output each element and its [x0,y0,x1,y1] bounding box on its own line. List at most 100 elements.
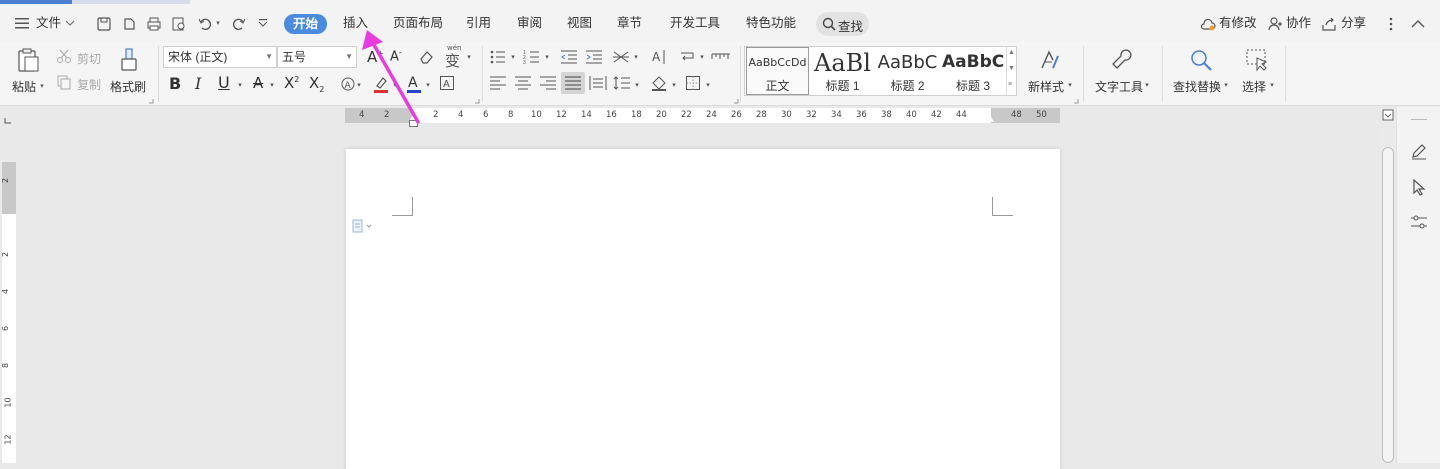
line-break-dropdown-icon[interactable]: ▾ [698,52,706,62]
show-marks-icon[interactable] [711,48,731,66]
save-icon[interactable] [95,15,113,33]
print-preview-icon[interactable] [170,15,188,33]
copy-button[interactable]: 复制 [77,76,101,93]
numbered-list-dropdown-icon[interactable]: ▾ [543,52,551,62]
tab-special-features[interactable]: 特色功能 [746,13,796,33]
align-right-icon[interactable] [539,75,557,91]
justify-icon[interactable] [561,72,585,94]
font-launcher-icon[interactable] [474,98,480,104]
search-box[interactable]: 查找 [816,12,869,36]
scroll-up-icon[interactable]: ▲ [1008,49,1015,56]
print-icon[interactable] [145,15,163,33]
styles-launcher-icon[interactable] [1073,98,1079,104]
text-direction-icon[interactable]: A [651,48,669,66]
find-replace-dropdown-icon[interactable]: ▾ [1222,80,1230,90]
redo-icon[interactable] [230,15,248,33]
increase-indent-icon[interactable] [585,49,603,65]
font-size-combo[interactable]: 五号 ▼ [277,46,357,68]
cursor-icon[interactable] [1409,177,1429,197]
clipboard-launcher-icon[interactable] [148,98,154,104]
style-heading-1[interactable]: AaBl 标题 1 [811,47,874,95]
tab-view[interactable]: 视图 [567,13,592,33]
align-center-icon[interactable] [514,75,532,91]
cut-button[interactable]: 剪切 [77,50,101,67]
paragraph-launcher-icon[interactable] [733,98,739,104]
text-tools-button[interactable]: 文字工具 [1095,78,1143,95]
select-button[interactable]: 选择 [1242,78,1266,95]
paste-dropdown-icon[interactable]: ▾ [38,81,46,91]
collaborate-button[interactable]: 协作 [1286,13,1311,33]
hamburger-icon[interactable] [14,15,30,31]
phonetic-guide-icon[interactable]: wén 变 [445,44,461,70]
shading-icon[interactable] [650,74,668,92]
underline-icon[interactable]: U [218,73,230,92]
bullet-list-dropdown-icon[interactable]: ▾ [509,52,517,62]
new-style-button[interactable]: 新样式 [1028,78,1064,95]
decrease-indent-icon[interactable] [560,49,578,65]
style-normal[interactable]: AaBbCcDd 正文 [746,47,809,95]
char-border-icon[interactable]: A [439,75,455,91]
new-style-dropdown-icon[interactable]: ▾ [1066,80,1074,90]
select-dropdown-icon[interactable]: ▾ [1268,80,1276,90]
line-spacing-icon[interactable] [613,75,631,91]
strikethrough-dropdown-icon[interactable]: ▾ [268,80,276,90]
right-indent-marker[interactable] [986,115,994,122]
superscript-icon[interactable]: X2 [284,74,299,92]
expand-styles-icon[interactable]: ≡ [1008,81,1012,88]
collapse-ribbon-icon[interactable] [1410,15,1426,33]
page-nav-icon[interactable] [1382,109,1394,121]
borders-icon[interactable] [685,75,701,91]
numbered-list-icon[interactable]: 123 [523,49,541,65]
tab-chapter[interactable]: 章节 [617,13,642,33]
italic-icon[interactable]: I [195,74,201,93]
svg-text:A: A [443,79,450,90]
line-break-icon[interactable] [679,48,697,66]
paste-button[interactable]: 粘贴 [12,78,36,95]
distributed-align-icon[interactable] [589,75,607,91]
chinese-layout-dropdown-icon[interactable]: ▾ [632,52,640,62]
borders-dropdown-icon[interactable]: ▾ [704,80,712,90]
find-replace-button[interactable]: 查找替换 [1173,78,1221,95]
format-painter-button[interactable]: 格式刷 [110,78,146,95]
tab-review[interactable]: 审阅 [517,13,542,33]
font-name-combo[interactable]: 宋体 (正文) ▼ [163,46,277,68]
vertical-scrollbar[interactable] [1380,107,1396,463]
bold-icon[interactable]: B [169,74,181,93]
document-page[interactable] [346,149,1060,469]
vertical-ruler[interactable]: 2 2 4 6 8 10 12 [1,162,16,463]
bullet-list-icon[interactable] [489,49,507,65]
paste-icon[interactable] [15,46,41,74]
scroll-down-icon[interactable]: ▼ [1008,65,1015,72]
output-icon[interactable] [120,15,138,33]
changes-status[interactable]: 有修改 [1219,13,1257,33]
customize-toolbar-icon[interactable] [256,15,270,33]
paragraph-layout-icon[interactable] [352,219,374,233]
strikethrough-icon[interactable]: A [253,74,263,92]
tab-home[interactable]: 开始 [284,14,327,34]
shading-dropdown-icon[interactable]: ▾ [670,80,678,90]
style-heading-2[interactable]: AaBbC 标题 2 [876,47,939,95]
style-heading-3[interactable]: AaBbC 标题 3 [941,47,1005,95]
tab-references[interactable]: 引用 [466,13,491,33]
file-menu[interactable]: 文件 [36,13,61,33]
chinese-layout-icon[interactable] [612,49,630,65]
undo-dropdown-icon[interactable]: ▾ [214,17,222,29]
settings-sliders-icon[interactable] [1409,212,1429,232]
styles-scroller[interactable]: ▲ ▼ ≡ [1006,47,1016,95]
horizontal-ruler[interactable]: 4 2 2 4 6 8 10 12 14 16 18 20 22 24 26 2… [345,108,1060,127]
undo-icon[interactable] [196,15,214,33]
underline-dropdown-icon[interactable]: ▾ [236,80,244,90]
more-options-icon[interactable] [1385,15,1397,33]
subscript-icon[interactable]: X2 [309,74,324,94]
tab-stop-selector-icon[interactable] [4,117,12,125]
chevron-down-icon[interactable] [64,17,76,29]
tab-developer[interactable]: 开发工具 [670,13,720,33]
text-tools-dropdown-icon[interactable]: ▾ [1143,80,1151,90]
text-effect-icon[interactable]: A [340,76,356,92]
share-button[interactable]: 分享 [1341,13,1366,33]
line-spacing-dropdown-icon[interactable]: ▾ [633,80,641,90]
pen-icon[interactable] [1409,141,1429,161]
phonetic-dropdown-icon[interactable]: ▾ [465,52,473,62]
align-left-icon[interactable] [489,75,507,91]
scrollbar-thumb[interactable] [1382,147,1394,463]
